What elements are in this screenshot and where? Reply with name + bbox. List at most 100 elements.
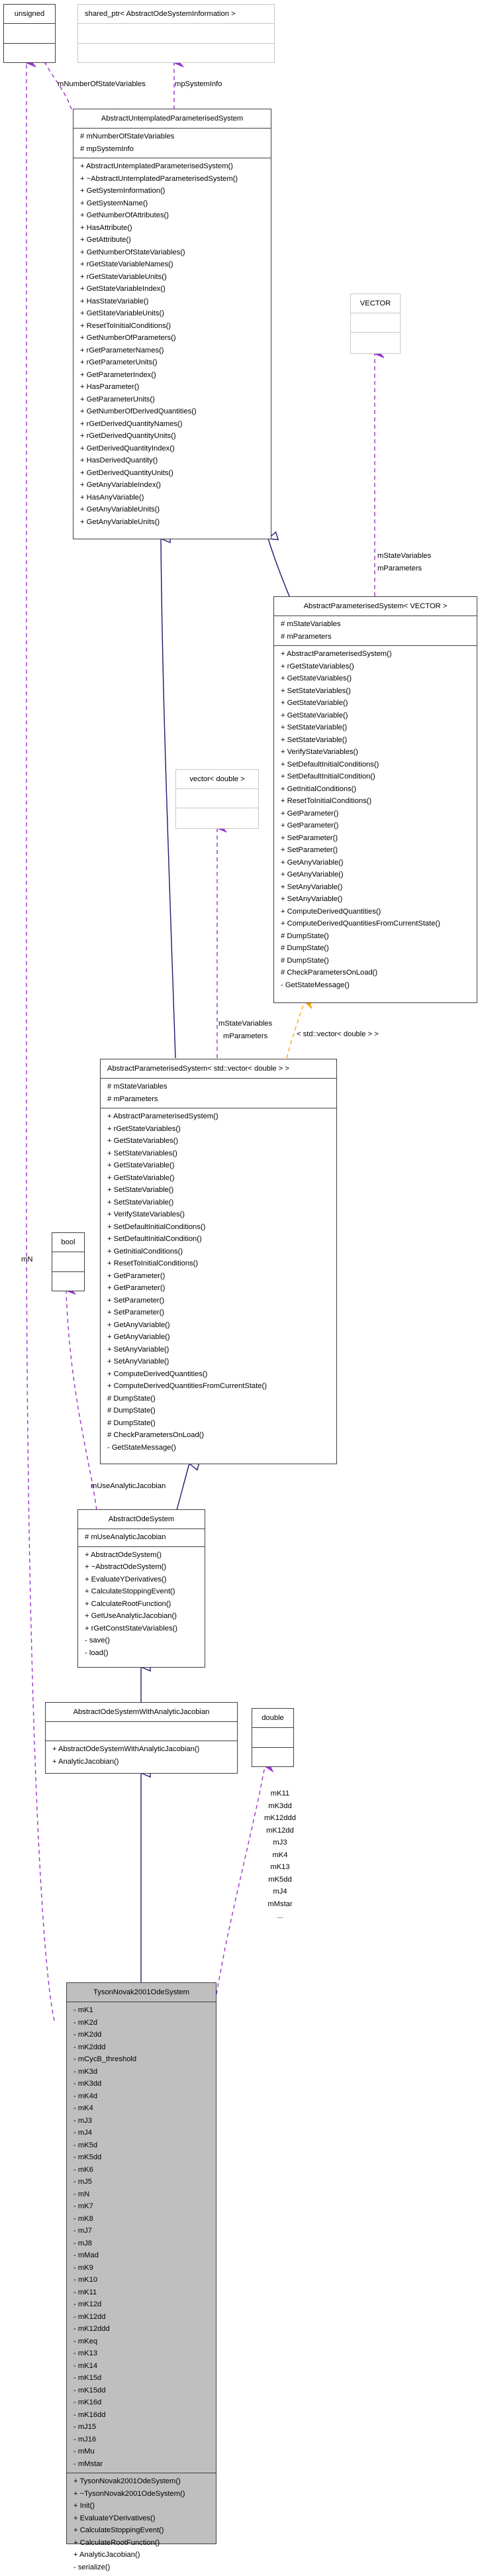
method-row[interactable]: + GetAnyVariableUnits(): [80, 504, 264, 516]
method-row[interactable]: + SetDefaultInitialConditions(): [107, 1221, 330, 1234]
method-row[interactable]: + GetParameter(): [107, 1270, 330, 1283]
method-row[interactable]: + GetAnyVariableIndex(): [80, 479, 264, 492]
method-row[interactable]: + SetDefaultInitialCondition(): [281, 771, 470, 783]
class-double[interactable]: double: [252, 1708, 294, 1767]
method-row[interactable]: + rGetDerivedQuantityUnits(): [80, 430, 264, 443]
class-unsigned[interactable]: unsigned: [3, 4, 56, 63]
method-row[interactable]: + rGetDerivedQuantityNames(): [80, 418, 264, 431]
method-row[interactable]: + ComputeDerivedQuantities(): [107, 1368, 330, 1381]
class-abstract-parameterised-system-vector[interactable]: AbstractParameterisedSystem< VECTOR > # …: [273, 596, 477, 1003]
method-row[interactable]: + rGetStateVariableNames(): [80, 258, 264, 271]
attribute-row[interactable]: - mK3d: [73, 2066, 209, 2078]
method-row[interactable]: + ~TysonNovak2001OdeSystem(): [73, 2488, 209, 2500]
method-row[interactable]: + GetDerivedQuantityUnits(): [80, 467, 264, 480]
method-row[interactable]: + GetStateVariableUnits(): [80, 307, 264, 320]
method-row[interactable]: + AnalyticJacobian(): [73, 2549, 209, 2561]
attribute-row[interactable]: - mJ16: [73, 2434, 209, 2446]
attribute-row[interactable]: - mK15dd: [73, 2385, 209, 2397]
attribute-row[interactable]: - mK9: [73, 2262, 209, 2275]
method-row[interactable]: + SetParameter(): [107, 1307, 330, 1319]
method-row[interactable]: + SetStateVariables(): [281, 685, 470, 698]
method-row[interactable]: + SetDefaultInitialConditions(): [281, 759, 470, 771]
class-vector-template-param[interactable]: VECTOR: [350, 294, 401, 354]
method-row[interactable]: + GetAttribute(): [80, 234, 264, 246]
attribute-row[interactable]: - mN: [73, 2188, 209, 2201]
method-row[interactable]: + GetParameter(): [281, 808, 470, 820]
method-row[interactable]: + GetDerivedQuantityIndex(): [80, 443, 264, 455]
attribute-row[interactable]: - mK4d: [73, 2090, 209, 2103]
method-row[interactable]: # DumpState(): [281, 955, 470, 967]
method-row[interactable]: + GetUseAnalyticJacobian(): [85, 1610, 198, 1623]
method-row[interactable]: + SetAnyVariable(): [107, 1344, 330, 1356]
method-row[interactable]: + rGetStateVariableUnits(): [80, 271, 264, 284]
attribute-row[interactable]: - mK13: [73, 2347, 209, 2360]
class-abstract-untemplated-parameterised-system[interactable]: AbstractUntemplatedParameterisedSystem #…: [73, 109, 271, 539]
attribute-row[interactable]: - mK2ddd: [73, 2041, 209, 2054]
class-abstract-ode-system-with-analytic-jacobian[interactable]: AbstractOdeSystemWithAnalyticJacobian + …: [45, 1702, 238, 1774]
method-row[interactable]: + SetStateVariable(): [107, 1197, 330, 1209]
attribute-row[interactable]: - mK2dd: [73, 2029, 209, 2041]
attribute-row[interactable]: # mNumberOfStateVariables: [80, 131, 264, 143]
attribute-row[interactable]: - mK2d: [73, 2017, 209, 2029]
attribute-row[interactable]: - mMstar: [73, 2458, 209, 2471]
method-row[interactable]: # DumpState(): [281, 930, 470, 943]
attribute-row[interactable]: - mK1: [73, 2004, 209, 2017]
method-row[interactable]: + GetParameter(): [281, 820, 470, 832]
method-row[interactable]: + GetStateVariable(): [107, 1159, 330, 1172]
method-row[interactable]: + GetParameterIndex(): [80, 369, 264, 382]
attribute-row[interactable]: - mK8: [73, 2213, 209, 2226]
method-row[interactable]: + GetStateVariableIndex(): [80, 283, 264, 295]
method-row[interactable]: # CheckParametersOnLoad(): [281, 967, 470, 979]
attribute-row[interactable]: - mK11: [73, 2286, 209, 2299]
method-row[interactable]: + GetNumberOfDerivedQuantities(): [80, 405, 264, 418]
method-row[interactable]: - serialize(): [73, 2561, 209, 2574]
method-row[interactable]: + HasAttribute(): [80, 222, 264, 235]
attribute-row[interactable]: - mK3dd: [73, 2078, 209, 2090]
method-row[interactable]: + rGetParameterUnits(): [80, 356, 264, 369]
method-row[interactable]: + ComputeDerivedQuantitiesFromCurrentSta…: [281, 918, 470, 930]
method-row[interactable]: + EvaluateYDerivatives(): [73, 2512, 209, 2525]
method-row[interactable]: + SetStateVariables(): [107, 1148, 330, 1160]
attribute-row[interactable]: # mpSystemInfo: [80, 143, 264, 156]
attribute-row[interactable]: - mK5d: [73, 2139, 209, 2152]
method-row[interactable]: # DumpState(): [107, 1393, 330, 1405]
attribute-row[interactable]: - mK7: [73, 2200, 209, 2213]
method-row[interactable]: + SetStateVariable(): [281, 734, 470, 747]
method-row[interactable]: + AbstractUntemplatedParameterisedSystem…: [80, 160, 264, 173]
attribute-row[interactable]: # mUseAnalyticJacobian: [85, 1531, 198, 1544]
method-row[interactable]: + GetInitialConditions(): [281, 783, 470, 796]
method-row[interactable]: + GetStateVariables(): [107, 1135, 330, 1148]
method-row[interactable]: + GetStateVariable(): [281, 697, 470, 710]
method-row[interactable]: + ~AbstractUntemplatedParameterisedSyste…: [80, 173, 264, 186]
method-row[interactable]: + AbstractParameterisedSystem(): [107, 1110, 330, 1123]
method-row[interactable]: - load(): [85, 1647, 198, 1660]
attribute-row[interactable]: - mK4: [73, 2102, 209, 2115]
attribute-row[interactable]: # mStateVariables: [281, 618, 470, 631]
method-row[interactable]: + GetStateVariables(): [281, 672, 470, 685]
attribute-row[interactable]: - mK15d: [73, 2372, 209, 2385]
method-row[interactable]: + TysonNovak2001OdeSystem(): [73, 2475, 209, 2488]
method-row[interactable]: + AbstractOdeSystem(): [85, 1549, 198, 1562]
method-row[interactable]: + AnalyticJacobian(): [52, 1756, 230, 1768]
method-row[interactable]: + ~AbstractOdeSystem(): [85, 1561, 198, 1574]
attribute-row[interactable]: - mK10: [73, 2274, 209, 2286]
method-row[interactable]: + ResetToInitialConditions(): [80, 320, 264, 333]
method-row[interactable]: + CalculateStoppingEvent(): [85, 1585, 198, 1598]
attribute-row[interactable]: # mStateVariables: [107, 1081, 330, 1093]
method-row[interactable]: + HasParameter(): [80, 381, 264, 394]
class-vector-double[interactable]: vector< double >: [175, 769, 259, 829]
method-row[interactable]: + GetNumberOfParameters(): [80, 332, 264, 345]
class-abstract-ode-system[interactable]: AbstractOdeSystem # mUseAnalyticJacobian…: [77, 1509, 205, 1668]
attribute-row[interactable]: - mK5dd: [73, 2151, 209, 2164]
method-row[interactable]: + GetNumberOfAttributes(): [80, 209, 264, 222]
method-row[interactable]: + AbstractOdeSystemWithAnalyticJacobian(…: [52, 1743, 230, 1756]
attribute-row[interactable]: - mJ15: [73, 2421, 209, 2434]
method-row[interactable]: + GetStateVariable(): [281, 710, 470, 722]
class-bool[interactable]: bool: [52, 1232, 85, 1291]
attribute-row[interactable]: - mCycB_threshold: [73, 2053, 209, 2066]
attribute-row[interactable]: # mParameters: [107, 1093, 330, 1106]
attribute-row[interactable]: - mMad: [73, 2249, 209, 2262]
attribute-row[interactable]: - mK12dd: [73, 2311, 209, 2324]
method-row[interactable]: + SetParameter(): [281, 832, 470, 845]
method-row[interactable]: + ComputeDerivedQuantitiesFromCurrentSta…: [107, 1380, 330, 1393]
